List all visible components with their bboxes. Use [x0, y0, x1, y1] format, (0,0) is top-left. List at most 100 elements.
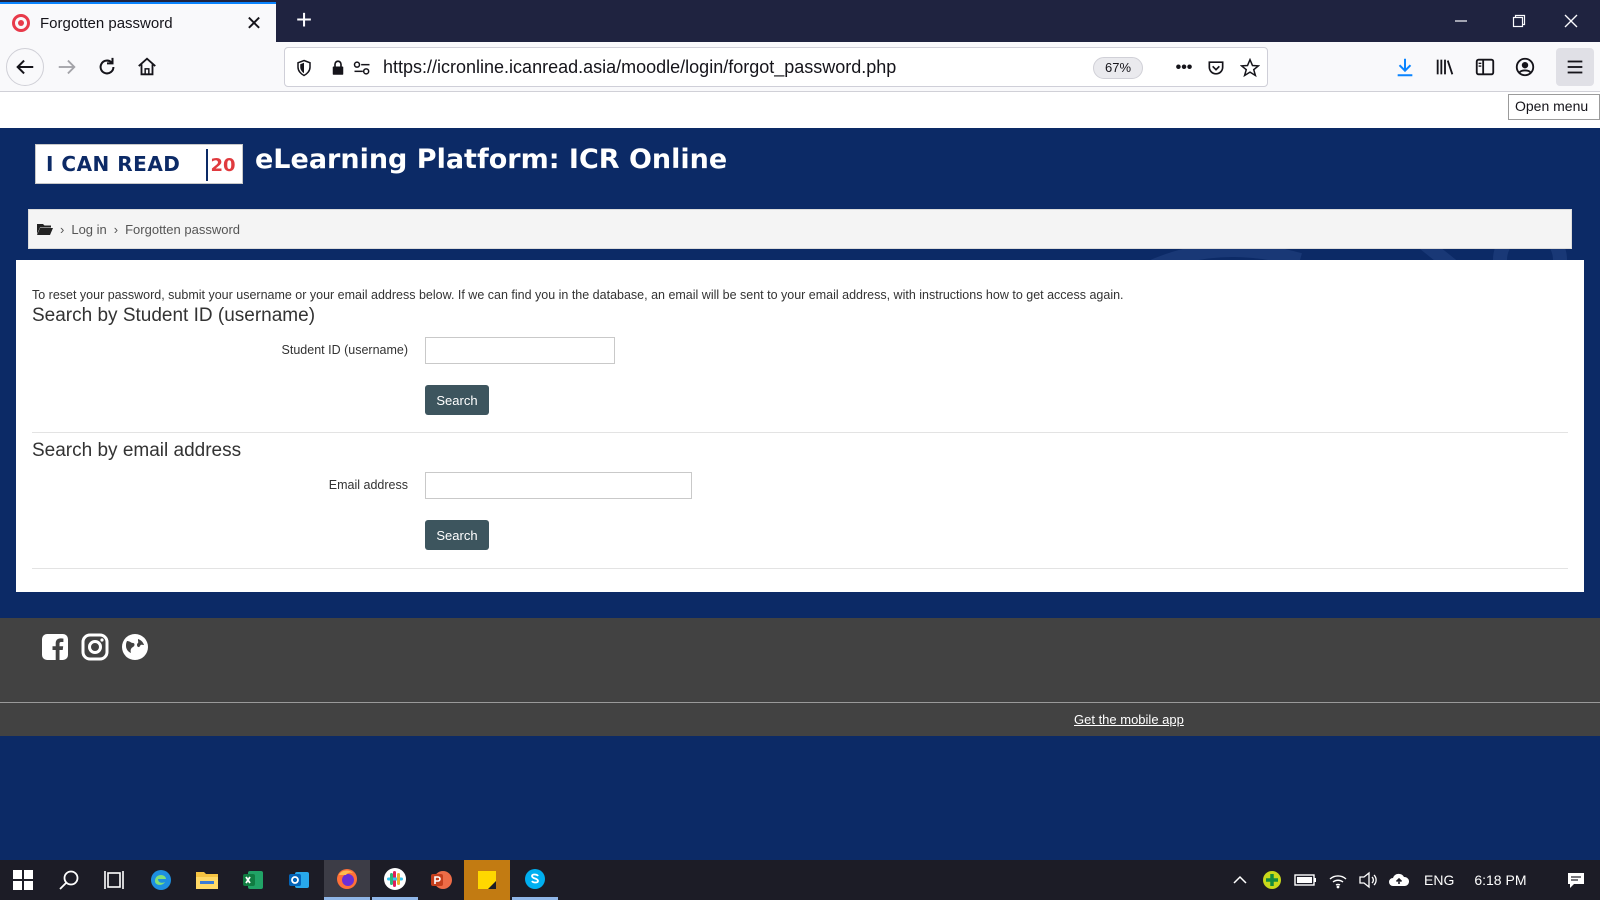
arrow-right-icon — [58, 59, 76, 75]
close-icon — [1564, 14, 1578, 28]
lock-icon[interactable] — [327, 57, 349, 79]
firefox-icon — [337, 868, 357, 889]
email-field-label: Email address — [328, 478, 408, 492]
input-language[interactable]: ENG — [1424, 872, 1454, 888]
arrow-left-icon — [16, 59, 34, 75]
outlook-icon — [289, 872, 309, 888]
site-title[interactable]: eLearning Platform: ICR Online — [255, 144, 727, 175]
minimize-button[interactable] — [1432, 0, 1490, 42]
sticky-notes-icon — [478, 871, 496, 889]
browser-tab-active[interactable]: Forgotten password ✕ — [0, 2, 276, 42]
downloads-button[interactable] — [1386, 48, 1424, 86]
reload-button[interactable] — [88, 48, 126, 86]
notifications-icon[interactable] — [1566, 871, 1586, 889]
system-tray: ENG 6:18 PM — [1232, 860, 1586, 900]
excel-icon — [243, 871, 263, 889]
mobile-app-link[interactable]: Get the mobile app — [1074, 712, 1184, 727]
tab-bar: Forgotten password ✕ + — [0, 0, 1600, 42]
breadcrumb-current-page[interactable]: Forgotten password — [125, 222, 240, 237]
facebook-icon — [42, 634, 68, 660]
account-button[interactable] — [1506, 48, 1544, 86]
cloud-upload-icon[interactable] — [1388, 872, 1410, 888]
windows-taskbar: ENG 6:18 PM — [0, 860, 1600, 900]
email-input[interactable] — [425, 472, 692, 499]
file-explorer-app[interactable] — [184, 860, 230, 900]
library-button[interactable] — [1426, 48, 1464, 86]
firefox-app[interactable] — [324, 860, 370, 900]
tab-close-icon[interactable]: ✕ — [244, 11, 264, 36]
slack-icon — [384, 867, 406, 890]
skype-app[interactable] — [512, 860, 558, 900]
breadcrumb-separator: › — [113, 221, 119, 237]
page-footer: Get the mobile app — [0, 618, 1600, 736]
pocket-icon[interactable] — [1205, 57, 1227, 79]
site-logo[interactable]: I CAN READ 20 — [35, 144, 243, 184]
zoom-level-badge[interactable]: 67% — [1093, 57, 1143, 79]
skype-icon — [525, 868, 545, 889]
username-search-button[interactable]: Search — [425, 385, 489, 415]
hamburger-menu-icon — [1567, 60, 1583, 74]
security-plus-icon[interactable] — [1262, 870, 1282, 890]
logo-badge: 20 — [206, 149, 238, 181]
slack-app[interactable] — [372, 860, 418, 900]
edge-app[interactable] — [138, 860, 184, 900]
page-actions-icon[interactable]: ••• — [1169, 57, 1199, 79]
restore-icon — [1512, 14, 1526, 28]
new-tab-button[interactable]: + — [288, 4, 320, 36]
username-field-label: Student ID (username) — [281, 343, 408, 357]
library-icon — [1436, 59, 1454, 75]
chevron-up-icon[interactable] — [1232, 872, 1248, 888]
excel-app[interactable] — [230, 860, 276, 900]
breadcrumb-login-link[interactable]: Log in — [71, 222, 106, 237]
powerpoint-app[interactable] — [418, 860, 464, 900]
open-menu-button[interactable] — [1556, 48, 1594, 86]
account-icon — [1515, 57, 1535, 77]
open-menu-tooltip: Open menu — [1508, 94, 1600, 120]
reload-icon — [99, 57, 115, 75]
sidebar-button[interactable] — [1466, 48, 1504, 86]
download-icon — [1397, 58, 1413, 77]
sticky-notes-app[interactable] — [464, 860, 510, 900]
email-search-button[interactable]: Search — [425, 520, 489, 550]
task-view-icon — [104, 871, 124, 889]
start-button[interactable] — [0, 860, 46, 900]
instagram-icon — [81, 633, 109, 661]
instagram-link[interactable] — [80, 632, 110, 662]
tracking-shield-icon[interactable] — [293, 57, 315, 79]
wifi-icon[interactable] — [1328, 871, 1348, 889]
url-text[interactable]: https://icronline.icanread.asia/moodle/l… — [383, 48, 896, 86]
sidebar-icon — [1475, 58, 1495, 76]
outlook-app[interactable] — [276, 860, 322, 900]
logo-badge-number: 20 — [210, 154, 236, 176]
tab-title: Forgotten password — [40, 14, 173, 32]
powerpoint-icon — [431, 871, 452, 889]
close-window-button[interactable] — [1542, 0, 1600, 42]
volume-icon[interactable] — [1358, 871, 1378, 889]
folder-open-icon[interactable] — [37, 222, 53, 236]
username-input[interactable] — [425, 337, 615, 364]
navigation-toolbar: https://icronline.icanread.asia/moodle/l… — [0, 42, 1600, 92]
search-button[interactable] — [46, 860, 92, 900]
globe-icon — [122, 634, 148, 660]
minimize-icon — [1455, 20, 1467, 22]
restore-button[interactable] — [1490, 0, 1548, 42]
bookmark-star-icon[interactable] — [1239, 57, 1261, 79]
forward-button[interactable] — [48, 48, 86, 86]
battery-icon[interactable] — [1294, 873, 1318, 887]
permissions-icon[interactable] — [351, 57, 373, 79]
home-button[interactable] — [128, 48, 166, 86]
address-bar[interactable]: https://icronline.icanread.asia/moodle/l… — [284, 47, 1268, 87]
home-icon — [138, 57, 156, 76]
facebook-link[interactable] — [40, 632, 70, 662]
forgot-password-card: To reset your password, submit your user… — [16, 260, 1584, 592]
breadcrumb-separator: › — [60, 221, 65, 237]
task-view-button[interactable] — [92, 860, 138, 900]
edge-icon — [151, 870, 171, 890]
clock-time[interactable]: 6:18 PM — [1474, 872, 1526, 888]
web-page: I CAN READ 20 eLearning Platform: ICR On… — [0, 92, 1600, 860]
back-button[interactable] — [6, 48, 44, 86]
site-favicon-icon — [12, 14, 30, 32]
website-link[interactable] — [120, 632, 150, 662]
logo-text: I CAN READ — [46, 152, 181, 176]
breadcrumb: › Log in › Forgotten password — [28, 209, 1572, 249]
